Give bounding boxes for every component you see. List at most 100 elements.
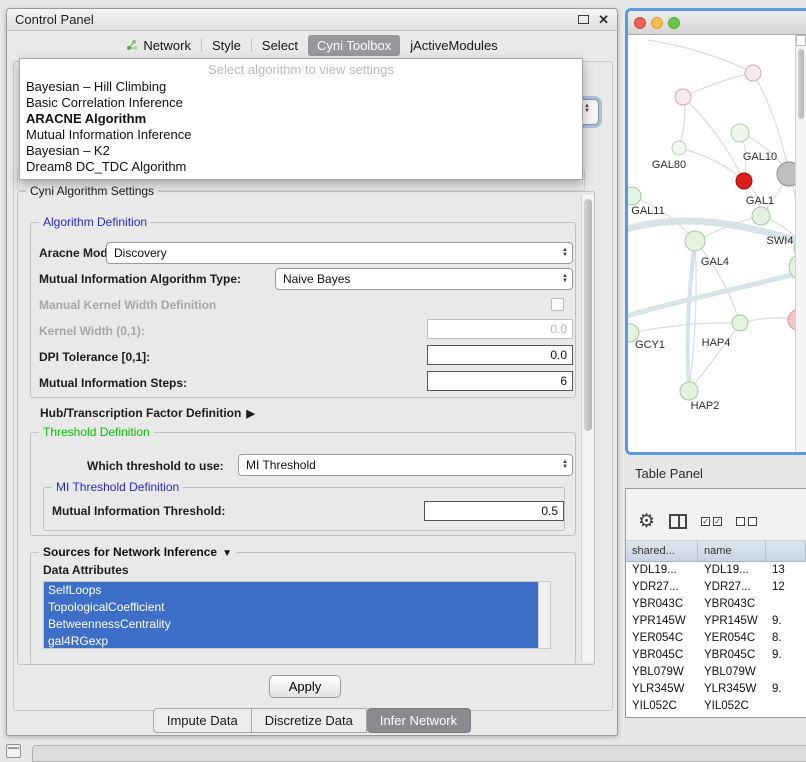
table-cell: YDR27... [626,579,698,596]
network-node[interactable] [675,89,691,105]
tab-select[interactable]: Select [253,35,307,56]
mi-steps-label: Mutual Information Steps: [39,376,187,390]
algorithm-definition-title: Algorithm Definition [39,215,151,229]
table-row[interactable]: YPR145WYPR145W9. [626,613,806,630]
table-cell [766,596,806,613]
column-header-shared[interactable]: shared... [626,541,698,561]
mi-threshold-field[interactable]: 0.5 [424,501,564,521]
network-node[interactable] [628,187,641,205]
attribute-item[interactable]: SelfLoops [44,582,538,599]
minimize-traffic-light-icon[interactable] [651,17,663,29]
table-row[interactable]: YLR345WYLR345W9. [626,681,806,698]
network-node[interactable] [736,173,752,189]
algorithm-option[interactable]: ARACNE Algorithm [20,111,582,127]
window-title: Control Panel [15,12,94,27]
node-label: GAL10 [743,151,777,163]
algorithm-option[interactable]: Bayesian – Hill Climbing [20,79,582,95]
gear-icon[interactable]: ⚙ [638,512,655,531]
close-window-icon[interactable]: ✕ [598,13,609,26]
popup-placeholder: Select algorithm to view settings [20,61,582,79]
network-scrollbar[interactable] [795,35,806,452]
tab-network[interactable]: Network [117,35,200,56]
table-row[interactable]: YBR045CYBR045C9. [626,647,806,664]
table-cell: 8. [766,630,806,647]
manual-kernel-width-checkbox[interactable] [551,298,564,311]
which-threshold-combo[interactable]: MI Threshold ▲▼ [238,454,573,476]
float-window-icon[interactable] [578,15,589,24]
table-row[interactable]: YBR043CYBR043C [626,596,806,613]
network-node[interactable] [731,124,749,142]
apply-button[interactable]: Apply [269,675,341,698]
mi-steps-field[interactable]: 6 [427,371,573,391]
algorithm-option[interactable]: Mutual Information Inference [20,127,582,143]
network-node[interactable] [752,207,770,225]
tab-style[interactable]: Style [203,35,250,56]
tab-separator [201,38,202,52]
attribute-item[interactable]: gal4RGexp [44,633,538,649]
network-canvas-area[interactable]: GAL80GAL10GAL11GAL1SWI4GAL4GCY1HAP4HAP2Y [628,35,806,452]
aracne-mode-combo[interactable]: Discovery ▲▼ [106,242,573,264]
column-header-name[interactable]: name [698,541,766,561]
collapsed-panel-bar[interactable] [32,745,806,762]
table-row[interactable]: YDL19...YDL19...13 [626,562,806,579]
checked-pair-icon[interactable]: ✓✓ [701,517,722,526]
sources-toggle[interactable]: Sources for Network Inference▼ [39,545,236,561]
attribute-item[interactable]: TopologicalCoefficient [44,599,538,616]
table-row[interactable]: YBL079WYBL079W [626,664,806,681]
zoom-traffic-light-icon[interactable] [668,17,680,29]
settings-scrollbar[interactable] [581,195,594,662]
tab-label: Network [143,38,191,53]
table-cell: YIL052C [698,698,766,715]
network-window-titlebar[interactable] [628,11,806,35]
which-threshold-label: Which threshold to use: [87,459,224,473]
dpi-tolerance-field[interactable]: 0.0 [427,345,573,365]
mi-algorithm-type-combo[interactable]: Naive Bayes ▲▼ [275,268,573,290]
network-node[interactable] [680,382,698,400]
table-row[interactable]: YIL052CYIL052C [626,698,806,715]
table-panel-title: Table Panel [635,466,703,481]
combo-arrows-icon: ▲▼ [562,460,572,470]
restore-panel-icon[interactable] [6,744,21,758]
hub-definition-toggle[interactable]: Hub/Transcription Factor Definition▶ [40,406,255,420]
algorithm-option[interactable]: Dream8 DC_TDC Algorithm [20,159,582,175]
network-node[interactable] [685,231,705,251]
network-node[interactable] [732,315,748,331]
tab-cyni-toolbox[interactable]: Cyni Toolbox [308,35,400,56]
tab-discretize-data[interactable]: Discretize Data [252,708,367,733]
tab-infer-network[interactable]: Infer Network [367,708,471,733]
network-node[interactable] [745,65,761,81]
node-label: GAL11 [631,205,664,217]
column-header-extra[interactable] [766,541,806,561]
table-toolbar: ⚙ ✓✓ [626,489,806,541]
table-row[interactable]: YER054CYER054C8. [626,630,806,647]
network-node[interactable] [672,141,686,155]
node-label: SWI4 [767,235,794,247]
network-canvas: GAL80GAL10GAL11GAL1SWI4GAL4GCY1HAP4HAP2Y [628,35,806,455]
algorithm-dropdown-popup: Select algorithm to view settings Bayesi… [19,58,583,180]
close-traffic-light-icon[interactable] [634,17,646,29]
algorithm-option[interactable]: Basic Correlation Inference [20,95,582,111]
attributes-list-scrollbar[interactable] [538,582,550,648]
threshold-definition-title: Threshold Definition [39,425,154,439]
hub-definition-label: Hub/Transcription Factor Definition [40,406,241,420]
settings-scrollbar-thumb[interactable] [584,199,592,431]
expanded-arrow-icon: ▼ [222,548,232,559]
tab-label: Select [262,38,298,53]
tab-impute-data[interactable]: Impute Data [153,708,252,733]
data-attributes-list[interactable]: SelfLoopsTopologicalCoefficientBetweenne… [43,581,551,649]
table-panel-window: ⚙ ✓✓ shared... name YDL19...YDL19...13YD… [625,488,806,718]
columns-icon[interactable] [669,514,687,529]
unchecked-pair-icon[interactable] [736,517,757,526]
network-view-window: GAL80GAL10GAL11GAL1SWI4GAL4GCY1HAP4HAP2Y [625,8,806,455]
attribute-item[interactable]: BetweennessCentrality [44,616,538,633]
tab-jactivemodules[interactable]: jActiveModules [401,35,506,56]
kernel-width-field[interactable]: 0.0 [427,319,573,339]
algorithm-definition-group: Algorithm Definition Aracne Mode: Discov… [30,222,576,398]
table-row[interactable]: YDR27...YDR27...12 [626,579,806,596]
dpi-tolerance-label: DPI Tolerance [0,1]: [39,350,150,364]
tab-label: Cyni Toolbox [317,38,391,53]
control-panel-titlebar[interactable]: Control Panel ✕ [7,9,617,31]
algorithm-option[interactable]: Bayesian – K2 [20,143,582,159]
table-body: YDL19...YDL19...13YDR27...YDR27...12YBR0… [626,562,806,715]
network-scrollbar-thumb[interactable] [798,49,804,119]
